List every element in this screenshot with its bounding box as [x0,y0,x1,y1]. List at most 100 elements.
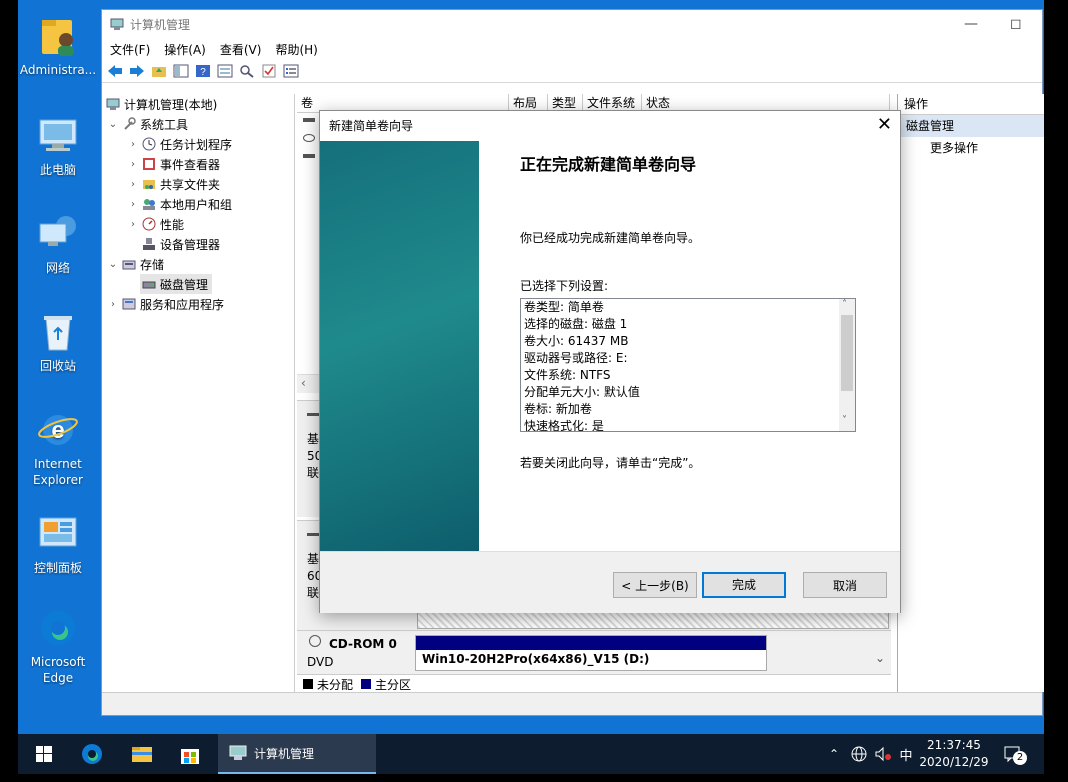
cd-icon [303,134,315,142]
menu-action[interactable]: 操作(A) [164,41,206,58]
desktop-icon-control-panel[interactable]: 控制面板 [18,512,98,576]
help-icon[interactable]: ? [194,62,212,80]
actions-section-disk-management[interactable]: 磁盘管理 [898,115,1044,137]
tree-node-task-scheduler[interactable]: › 任务计划程序 [126,134,232,154]
desktop-icon-recycle-bin[interactable]: 回收站 [18,310,98,374]
show-hidden-icons-chevron-up-icon[interactable]: ⌃ [826,734,842,774]
tree-label: 本地用户和组 [160,197,233,212]
cancel-button[interactable]: 取消 [803,572,887,598]
menu-file[interactable]: 文件(F) [110,41,150,58]
legend: 未分配 主分区 [297,674,891,693]
computer-management-icon [110,17,124,31]
notification-center[interactable]: 2 [998,734,1028,774]
menu-view[interactable]: 查看(V) [220,41,262,58]
tree-node-system-tools[interactable]: ⌄ 系统工具 [106,114,188,134]
tree-label: 服务和应用程序 [140,297,225,312]
finish-button[interactable]: 完成 [702,572,786,598]
chevron-right-icon[interactable]: › [126,199,140,210]
navigation-tree: 计算机管理(本地) ⌄ 系统工具 › 任务计划程序 › 事件查看器 › 共享文件… [102,94,295,692]
settings-list[interactable]: 卷类型: 简单卷 选择的磁盘: 磁盘 1 卷大小: 61437 MB 驱动器号或… [520,298,856,432]
legend-unallocated: 未分配 [317,677,354,692]
wizard-heading: 正在完成新建简单卷向导 [520,155,697,174]
taskbar-app-label: 计算机管理 [254,746,315,761]
properties-icon[interactable] [216,62,234,80]
tree-node-storage[interactable]: ⌄ 存储 [106,254,164,274]
back-arrow-icon[interactable] [106,62,124,80]
chevron-right-icon[interactable]: › [126,179,140,190]
dialog-footer: < 上一步(B) 完成 取消 [320,551,900,613]
minimize-button[interactable]: — [964,16,978,32]
scroll-left-icon[interactable]: ‹ [301,376,306,390]
chevron-right-icon[interactable]: › [126,159,140,170]
network-globe-icon[interactable] [848,734,870,774]
desktop-icon-this-pc[interactable]: 此电脑 [18,114,98,178]
close-icon[interactable]: ✕ [877,115,892,135]
chevron-right-icon[interactable]: › [126,139,140,150]
tree-node-device-manager[interactable]: 设备管理器 [140,234,220,254]
settings-scrollbar[interactable]: ˄ ˅ [839,299,855,431]
check-list-icon[interactable] [260,62,278,80]
desktop-icon-edge[interactable]: Microsoft Edge [18,606,98,686]
tree-node-shared-folders[interactable]: › 共享文件夹 [126,174,220,194]
taskbar-file-explorer[interactable] [122,734,162,774]
tree-node-local-users[interactable]: › 本地用户和组 [126,194,232,214]
back-button[interactable]: < 上一步(B) [613,572,697,598]
window-title: 计算机管理 [130,17,191,32]
tree-label: 事件查看器 [160,157,221,172]
tree-node-performance[interactable]: › 性能 [126,214,184,234]
desktop-icon-label: Administra... [19,63,97,77]
edge-icon [36,606,80,650]
menu-help[interactable]: 帮助(H) [275,41,317,58]
ime-indicator[interactable]: 中 [896,734,916,774]
list-view-icon[interactable] [282,62,300,80]
chevron-right-icon[interactable]: › [106,299,120,310]
up-folder-icon[interactable] [150,62,168,80]
scroll-down-icon[interactable]: ⌄ [875,651,885,665]
storage-icon [122,257,136,271]
taskbar-computer-management[interactable]: 计算机管理 [218,734,376,774]
folder-icon [132,747,152,762]
tree-node-event-viewer[interactable]: › 事件查看器 [126,154,220,174]
forward-arrow-icon[interactable] [128,62,146,80]
chevron-down-icon[interactable]: ⌄ [106,119,120,130]
tree-node-services[interactable]: › 服务和应用程序 [106,294,224,314]
tree-label: 任务计划程序 [160,137,233,152]
wizard-banner [320,141,479,551]
more-actions-link[interactable]: 更多操作 [898,137,1044,159]
clock-icon [142,137,156,151]
scroll-thumb[interactable] [841,315,853,391]
desktop-icon-ie[interactable]: e Internet Explorer [18,408,98,488]
wizard-close-hint: 若要关闭此向导，请单击“完成”。 [520,456,701,470]
setting-line: 卷大小: 61437 MB [524,334,629,348]
clock-date: 2020/12/29 [919,755,989,769]
window-titlebar[interactable]: 计算机管理 — ◻ [102,10,1042,38]
users-icon [142,197,156,211]
setting-line: 卷标: 新加卷 [524,402,592,416]
taskbar-store[interactable] [170,734,210,774]
legend-primary: 主分区 [375,677,412,692]
tree-node-root[interactable]: 计算机管理(本地) [104,94,217,114]
tree-node-disk-management[interactable]: 磁盘管理 [140,274,213,294]
cdrom-name: CD-ROM 0 [329,637,397,651]
svg-text:?: ? [200,67,206,78]
maximize-button[interactable]: ◻ [1010,16,1022,32]
scroll-up-icon[interactable]: ˄ [842,299,847,310]
cdrom-row: CD-ROM 0 DVD Win10-20H2Pro(x64x86)_V15 (… [297,630,891,675]
shared-folder-icon [142,177,156,191]
notification-count-badge: 2 [1013,751,1027,765]
volume-muted-icon[interactable] [872,734,894,774]
show-hide-tree-icon[interactable] [172,62,190,80]
desktop-icon-administrator[interactable]: Administra... [18,14,98,78]
desktop-icon-network[interactable]: 网络 [18,212,98,276]
chevron-right-icon[interactable]: › [126,219,140,230]
taskbar-edge[interactable] [72,734,112,774]
cdrom-type: DVD [307,655,334,669]
chevron-down-icon[interactable]: ⌄ [106,259,120,270]
start-button[interactable] [24,734,64,774]
search-icon[interactable] [238,62,256,80]
desktop-icon-label: 回收站 [39,359,76,373]
computer-management-icon [229,745,247,760]
clock[interactable]: 21:37:45 2020/12/29 [916,734,992,774]
cdrom-volume[interactable]: Win10-20H2Pro(x64x86)_V15 (D:) [415,635,767,671]
scroll-down-icon[interactable]: ˅ [842,415,847,426]
